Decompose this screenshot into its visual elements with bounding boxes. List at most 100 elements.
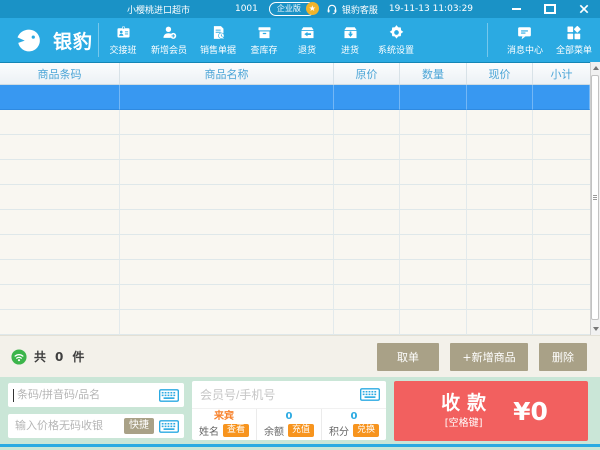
table-row[interactable] bbox=[0, 135, 590, 160]
table-cell bbox=[120, 310, 334, 335]
scroll-down-button[interactable] bbox=[591, 323, 600, 335]
table-row[interactable] bbox=[0, 310, 590, 335]
table-cell bbox=[120, 85, 334, 110]
arrow-down-icon bbox=[592, 327, 599, 331]
table-cell bbox=[334, 285, 400, 310]
toolbar-item-system-settings[interactable]: 系统设置 bbox=[378, 24, 414, 56]
table-cell bbox=[400, 310, 467, 335]
count-suffix: 件 bbox=[72, 350, 87, 364]
count-prefix: 共 bbox=[34, 350, 49, 364]
table-cell bbox=[334, 135, 400, 160]
points-value: 0 bbox=[350, 411, 358, 422]
member-input-box[interactable] bbox=[192, 381, 386, 409]
table-cell bbox=[467, 285, 533, 310]
member-name-value: 来宾 bbox=[214, 411, 234, 422]
maximize-button[interactable] bbox=[544, 3, 556, 15]
price-input[interactable] bbox=[13, 419, 124, 433]
close-button[interactable] bbox=[578, 3, 590, 15]
message-center-icon bbox=[518, 27, 532, 40]
table-header: 商品条码 商品名称 原价 数量 现价 小计 bbox=[0, 62, 590, 85]
scroll-up-button[interactable] bbox=[591, 62, 600, 74]
pay-label: 收款 bbox=[441, 392, 494, 414]
toolbar-item-label: 查库存 bbox=[250, 46, 278, 56]
edition-badge: 企业版 ★ bbox=[268, 2, 319, 16]
settings-gear-icon bbox=[389, 25, 403, 39]
pos-window: 小樱桃进口超市 1001 企业版 ★ 银豹客服 19-11-13 11:03:2… bbox=[0, 0, 600, 450]
store-name: 小樱桃进口超市 bbox=[126, 5, 190, 16]
table-row[interactable] bbox=[0, 260, 590, 285]
toolbar-item-check-stock[interactable]: 查库存 bbox=[249, 24, 279, 56]
table-cell bbox=[533, 235, 590, 260]
table-row[interactable] bbox=[0, 210, 590, 235]
table-cell bbox=[120, 110, 334, 135]
barcode-input[interactable] bbox=[15, 388, 159, 402]
toolbar-item-add-member[interactable]: 新增会员 bbox=[151, 24, 187, 56]
price-input-box[interactable]: 快捷 bbox=[8, 414, 184, 438]
pay-button[interactable]: 收款 [空格键] ¥0 bbox=[394, 381, 588, 441]
table-row[interactable] bbox=[0, 185, 590, 210]
table-cell bbox=[334, 310, 400, 335]
pay-amount: ¥0 bbox=[513, 396, 548, 426]
add-product-button[interactable]: +新增商品 bbox=[450, 342, 528, 371]
item-count: 共 0 件 bbox=[11, 348, 86, 365]
table-cell bbox=[334, 160, 400, 185]
table-cell bbox=[334, 110, 400, 135]
edition-badge-label: 企业版 bbox=[276, 4, 301, 13]
store-id: 1001 bbox=[234, 4, 258, 14]
arrow-up-icon bbox=[592, 66, 599, 70]
table-cell bbox=[334, 260, 400, 285]
table-row[interactable] bbox=[0, 110, 590, 135]
table-cell bbox=[533, 110, 590, 135]
delete-button[interactable]: 删除 bbox=[539, 342, 587, 371]
table-cell bbox=[0, 235, 120, 260]
toolbar-item-purchase[interactable]: 进货 bbox=[335, 24, 365, 56]
table-row[interactable] bbox=[0, 235, 590, 260]
toolbar-item-shift-handover[interactable]: 交接班 bbox=[108, 24, 138, 56]
statusbar: 共 0 件 取单 +新增商品 删除 bbox=[0, 335, 600, 377]
table-cell bbox=[334, 235, 400, 260]
toolbar-item-message-center[interactable]: 消息中心 bbox=[507, 24, 543, 56]
table-cell bbox=[400, 135, 467, 160]
bottom-accent-strip bbox=[0, 444, 600, 447]
table-cell bbox=[0, 210, 120, 235]
toolbar-item-return-goods[interactable]: 退货 bbox=[292, 24, 322, 56]
table-scrollbar[interactable] bbox=[590, 62, 600, 335]
customer-support[interactable]: 银豹客服 bbox=[326, 3, 378, 16]
close-icon bbox=[579, 4, 589, 14]
table-cell bbox=[400, 235, 467, 260]
table-cell bbox=[0, 310, 120, 335]
table-cell bbox=[400, 160, 467, 185]
table-row[interactable] bbox=[0, 160, 590, 185]
table-cell bbox=[120, 210, 334, 235]
keyboard-icon[interactable] bbox=[159, 419, 179, 433]
table-row[interactable] bbox=[0, 85, 590, 110]
view-member-button[interactable]: 查看 bbox=[222, 424, 249, 437]
scrollbar-thumb[interactable] bbox=[591, 75, 599, 320]
table-cell bbox=[467, 210, 533, 235]
online-status-icon bbox=[11, 348, 27, 365]
toolbar-item-all-menu[interactable]: 全部菜单 bbox=[556, 24, 592, 56]
table-cell bbox=[533, 135, 590, 160]
table-row[interactable] bbox=[0, 285, 590, 310]
table-cell bbox=[120, 235, 334, 260]
scan-inputs: 快捷 bbox=[8, 383, 184, 445]
quick-button[interactable]: 快捷 bbox=[124, 418, 154, 434]
table-cell bbox=[120, 135, 334, 160]
recharge-button[interactable]: 充值 bbox=[287, 424, 314, 437]
keyboard-icon[interactable] bbox=[360, 388, 380, 401]
table-cell bbox=[400, 110, 467, 135]
retrieve-order-button[interactable]: 取单 bbox=[377, 342, 439, 371]
column-header-name: 商品名称 bbox=[120, 63, 334, 84]
toolbar-item-sales-receipts[interactable]: 销售单据 bbox=[200, 24, 236, 56]
minimize-button[interactable] bbox=[510, 3, 522, 15]
keyboard-icon[interactable] bbox=[159, 388, 179, 402]
barcode-input-box[interactable] bbox=[8, 383, 184, 407]
redeem-button[interactable]: 兑换 bbox=[352, 424, 379, 437]
table-cell bbox=[0, 135, 120, 160]
toolbar-divider bbox=[98, 23, 99, 57]
toolbar: 银豹 交接班 新增会员 销售单据 查库存 退货 进货 系统设置 消息中心 全部菜… bbox=[0, 18, 600, 62]
table-cell bbox=[467, 110, 533, 135]
member-input[interactable] bbox=[198, 386, 360, 403]
datetime: 19-11-13 11:03:29 bbox=[388, 4, 474, 14]
table-cell bbox=[467, 235, 533, 260]
